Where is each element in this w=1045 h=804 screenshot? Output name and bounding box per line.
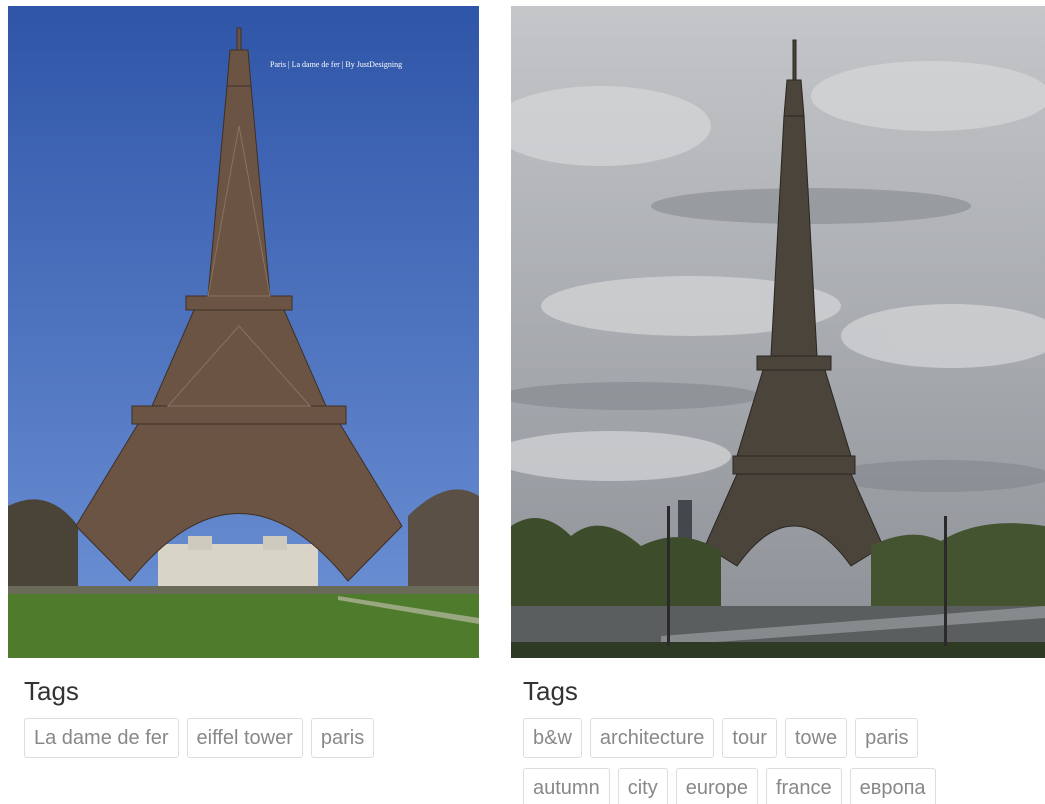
- tags-heading: Tags: [523, 676, 578, 706]
- tag-city[interactable]: city: [617, 768, 668, 804]
- tag-eiffel-tower[interactable]: eiffel tower: [186, 718, 303, 758]
- tag-tour[interactable]: tour: [722, 718, 777, 758]
- tag-france[interactable]: france: [766, 768, 842, 804]
- tag-la-dame-de-fer[interactable]: La dame de fer: [24, 718, 179, 758]
- photo-eiffel-cloudy-sky[interactable]: [511, 6, 1045, 658]
- tag-paris[interactable]: paris: [310, 718, 375, 758]
- tag-list: b&w architecture tour towe paris autumn …: [523, 718, 1003, 804]
- tag-europe[interactable]: europe: [675, 768, 758, 804]
- eiffel-tower-image: Paris | La dame de fer | By JustDesignin…: [8, 6, 479, 658]
- photo-eiffel-blue-sky[interactable]: Paris | La dame de fer | By JustDesignin…: [8, 6, 479, 658]
- tag-autumn[interactable]: autumn: [523, 768, 610, 804]
- tag-architecture[interactable]: architecture: [589, 718, 715, 758]
- eiffel-tower-image: [511, 6, 1045, 658]
- tag-list: La dame de fer eiffel tower paris: [24, 718, 484, 758]
- tag-b-and-w[interactable]: b&w: [523, 718, 582, 758]
- tag-towe[interactable]: towe: [784, 718, 848, 758]
- tag-evropa[interactable]: европа: [849, 768, 936, 804]
- tags-heading: Tags: [24, 676, 79, 706]
- tag-paris[interactable]: paris: [855, 718, 919, 758]
- photo-watermark: Paris | La dame de fer | By JustDesignin…: [270, 60, 402, 69]
